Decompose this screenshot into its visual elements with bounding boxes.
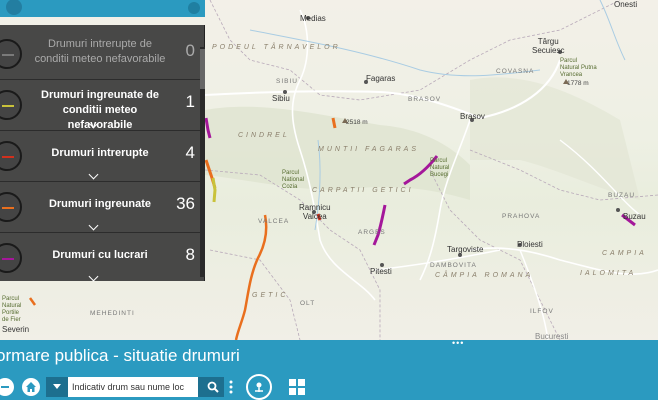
county-label: ARGES [358,229,386,236]
legend-panel: Drumuri intrerupte de conditii meteo nef… [0,25,205,284]
scroll-thumb[interactable] [200,49,205,89]
legend-line-icon [0,141,22,171]
town-label: Ramnicu Valcea [299,203,331,221]
county-label: MEHEDINTI [90,310,135,317]
county-label: SIBIU [276,78,298,85]
park-label: Parcul Natural Bucegi [430,158,450,178]
legend-count: 36 [176,194,195,213]
panel-resize-handle[interactable]: ••• [452,338,464,348]
app-title: ormare publica - situatie drumuri [0,346,240,365]
town-label: Ploiesti [517,240,543,249]
legend-scrollbar[interactable] [200,47,205,277]
town-label: Medias [300,14,326,23]
town-label: Onesti [614,0,638,9]
location-icon[interactable] [246,374,272,400]
panel-close-button[interactable] [188,2,200,14]
chevron-down-icon[interactable] [88,169,99,180]
county-label: COVASNA [496,68,535,75]
region-label: PODEUL TÂRNAVELOR [212,44,341,51]
legend-label: Drumuri cu lucrari [52,249,148,261]
legend-item-intrerupte[interactable]: Drumuri intrerupte 4 [0,131,205,182]
town-label: Targoviste [447,245,484,254]
town-label: Târgu Secuiesc [532,37,565,55]
town-label: Bucuresti [535,332,569,340]
legend-swatch [2,207,14,209]
town-label: Severin [2,325,30,334]
legend-swatch [2,156,14,158]
park-label: Parcul Natural Portile de Fier [2,296,22,323]
region-label: CAMPIA [602,250,647,257]
county-label: PRAHOVA [502,213,541,220]
legend-line-icon [0,192,22,222]
park-label: Parcul Natural Putna Vrancea [560,58,597,78]
region-label: CARPATII GETICI [312,187,414,194]
county-label: OLT [300,300,316,307]
legend-line-icon [0,243,22,273]
app-title-bar: ormare publica - situatie drumuri [0,340,658,373]
road-ingreunate [28,297,37,306]
town-label: Pitesti [370,267,392,276]
region-label: GETIC [252,292,289,299]
legend-line-icon [0,90,22,120]
legend-swatch [2,258,14,260]
search-bar [46,377,224,397]
park-label: Parcul National Cozia [282,170,305,190]
legend-label: Drumuri ingreunate de conditii meteo nef… [41,89,159,131]
legend-count: 4 [185,143,195,162]
town-label: Buzau [623,212,646,221]
legend-item-ingreunate[interactable]: Drumuri ingreunate 36 [0,182,205,233]
peak-label: 2518 m [346,119,368,126]
chevron-down-icon[interactable] [88,271,99,282]
legend-header [0,0,205,17]
county-label: DAMBOVITA [430,262,477,269]
county-label: BRASOV [408,96,442,103]
minus-icon[interactable] [0,378,14,396]
chevron-down-icon[interactable] [88,220,99,231]
legend-label: Drumuri intrerupte de conditii meteo nef… [34,38,166,65]
region-label: MUNTII FAGARAS [318,146,419,153]
county-label: VALCEA [258,218,290,225]
region-label: IALOMITA [580,270,637,277]
legend-label: Drumuri ingreunate [48,198,152,210]
search-icon[interactable] [202,377,224,397]
town-label: Fagaras [366,74,396,83]
dropdown-icon[interactable] [53,384,61,389]
panel-toggle-button[interactable] [6,0,22,15]
toolbar [0,373,658,400]
legend-swatch [2,105,14,107]
town-label: Sibiu [272,94,290,103]
home-icon[interactable] [22,378,40,396]
county-label: ILFOV [530,308,554,315]
region-label: CÂMPIA ROMANA [435,272,534,279]
road-meteo-ingreunate [211,177,217,203]
road-ingreunate [234,214,268,340]
legend-count: 8 [185,245,195,264]
legend-item-lucrari[interactable]: Drumuri cu lucrari 8 [0,233,205,284]
search-input[interactable] [68,377,198,397]
grid-icon[interactable] [288,378,306,396]
peak-label: 1778 m [567,80,589,87]
legend-item-meteo-intrerupte[interactable]: Drumuri intrerupte de conditii meteo nef… [0,29,205,80]
legend-count: 0 [185,41,195,60]
region-label: CINDREL [238,132,290,139]
legend-item-meteo-ingreunate[interactable]: Drumuri ingreunate de conditii meteo nef… [0,80,205,131]
legend-label: Drumuri intrerupte [51,147,149,159]
legend-line-icon [0,39,22,69]
road-ingreunate [331,117,337,129]
county-label: BUZAU [608,192,636,199]
town-label: Brasov [460,112,485,121]
legend-count: 1 [185,92,195,111]
road-lucrari [372,204,387,246]
more-vertical-icon[interactable] [227,378,235,396]
legend-swatch [2,54,14,56]
